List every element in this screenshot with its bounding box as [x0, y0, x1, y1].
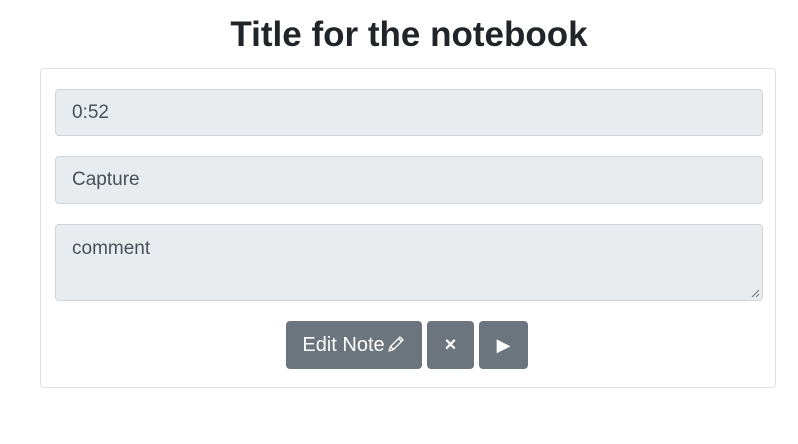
page: Title for the notebook 0:52 Capture comm…: [0, 0, 798, 444]
delete-button[interactable]: ×: [427, 321, 474, 369]
capture-field[interactable]: Capture: [55, 156, 763, 204]
edit-note-label: Edit Note: [302, 334, 385, 356]
note-card: 0:52 Capture comment Edit Note × ▶: [40, 68, 776, 388]
resize-grip-icon[interactable]: [750, 288, 760, 298]
play-button[interactable]: ▶: [479, 321, 528, 369]
comment-textarea[interactable]: comment: [55, 224, 763, 301]
page-title: Title for the notebook: [230, 15, 588, 54]
comment-text: comment: [72, 238, 151, 259]
time-field[interactable]: 0:52: [55, 89, 763, 136]
edit-note-button[interactable]: Edit Note: [286, 321, 422, 369]
note-actions: Edit Note × ▶: [41, 321, 775, 369]
pencil-icon: [387, 336, 404, 352]
